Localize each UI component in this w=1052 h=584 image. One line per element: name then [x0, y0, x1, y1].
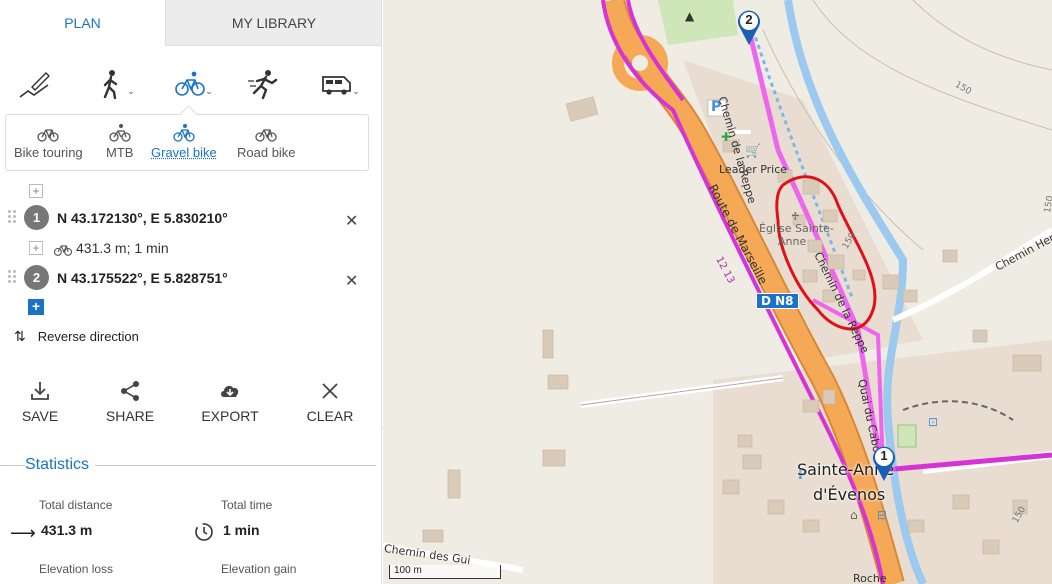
map-canvas[interactable]: P P ▲ ✚ 🛒 ♱ ⌂ ⊟ ⊡ Leader Price Église Sa… — [383, 0, 1052, 584]
bicycle-icon — [175, 71, 206, 96]
elevation-gain-label: Elevation gain — [221, 562, 297, 576]
road-bike-icon — [255, 129, 277, 142]
tab-my-library[interactable]: MY LIBRARY — [165, 0, 381, 46]
road-bike-option[interactable]: Road bike — [237, 123, 296, 160]
town-label-line2: d'Évenos — [813, 485, 886, 504]
leader-price-label: Leader Price — [719, 163, 788, 176]
draw-route-mode[interactable] — [5, 62, 65, 106]
drag-handle-icon[interactable] — [8, 210, 18, 226]
cycling-mode[interactable]: ⌄ — [163, 62, 223, 106]
chevron-down-icon: ⌄ — [127, 85, 135, 96]
planner-panel: PLAN MY LIBRARY ⌄ ⌄ ⌄ Bike touring MTB G… — [0, 0, 382, 584]
map-drawing — [383, 0, 1052, 584]
total-distance-label: Total distance — [39, 498, 113, 512]
park-area — [658, 0, 738, 45]
waypoint-coords-1[interactable]: N 43.172130°, E 5.830210° — [57, 210, 228, 226]
road-shield-dn8: D N8 — [756, 293, 799, 309]
waste-basket-icon: ⊡ — [928, 415, 939, 429]
gravel-bike-option[interactable]: Gravel bike — [151, 123, 217, 160]
insert-waypoint-button[interactable]: + — [29, 184, 43, 198]
tab-plan[interactable]: PLAN — [0, 0, 165, 46]
waypoint-pin-1[interactable]: 1 — [871, 444, 897, 482]
bike-type-selector: Bike touring MTB Gravel bike Road bike — [5, 114, 369, 171]
drag-handle-icon[interactable] — [8, 270, 18, 286]
close-icon — [322, 383, 338, 399]
waypoint-number-1: 1 — [24, 205, 49, 230]
waypoint-pin-2[interactable]: 2 — [736, 8, 762, 46]
chevron-down-icon: ⌄ — [352, 85, 360, 96]
statistics-heading: Statistics — [25, 456, 96, 474]
activity-mode-bar: ⌄ ⌄ ⌄ — [0, 62, 381, 112]
church-label-line2: Anne — [778, 235, 807, 248]
car-mode[interactable]: ⌄ — [310, 62, 370, 106]
pencil-route-icon — [19, 72, 50, 98]
map-scale-bar: 100 m — [389, 565, 501, 579]
share-icon — [121, 381, 139, 401]
church-label-line1: Église Sainte- — [759, 222, 834, 235]
hiker-icon — [104, 70, 118, 100]
monument-icon: ▲ — [685, 9, 695, 23]
runner-icon — [248, 70, 278, 100]
segment-summary: 431.3 m; 1 min — [76, 240, 169, 256]
save-button[interactable]: SAVE — [10, 380, 70, 424]
bicycle-segment-icon — [53, 245, 73, 256]
hiking-mode[interactable]: ⌄ — [85, 62, 145, 106]
bike-touring-option[interactable]: Bike touring — [14, 123, 83, 160]
cloud-download-icon — [221, 385, 239, 397]
clear-button[interactable]: CLEAR — [300, 380, 360, 424]
remove-waypoint-2-close-icon[interactable]: ✕ — [345, 271, 358, 291]
insert-waypoint-button[interactable]: + — [29, 241, 43, 255]
reverse-direction-button[interactable]: ⇅ Reverse direction — [14, 328, 139, 345]
waypoint-coords-2[interactable]: N 43.175522°, E 5.828751° — [57, 270, 228, 286]
swap-vertical-icon: ⇅ — [14, 328, 26, 344]
waypoint-number-2: 2 — [24, 265, 49, 290]
export-button[interactable]: EXPORT — [200, 380, 260, 424]
running-mode[interactable] — [233, 62, 293, 106]
remove-waypoint-1-close-icon[interactable]: ✕ — [345, 211, 358, 231]
touring-bike-icon — [37, 129, 59, 142]
bus-stop-icon: ⊟ — [877, 508, 888, 522]
add-waypoint-button[interactable]: + — [28, 299, 44, 315]
contour-label: 150 — [1043, 195, 1052, 214]
distance-arrow-icon: ⟶ — [10, 523, 36, 543]
tab-bar: PLAN MY LIBRARY — [0, 0, 381, 46]
total-time-label: Total time — [221, 498, 273, 512]
download-icon — [31, 382, 49, 400]
town-hall-icon: ⌂ — [850, 508, 858, 522]
elevation-loss-label: Elevation loss — [39, 562, 114, 576]
chevron-down-icon: ⌄ — [205, 85, 213, 96]
mtb-option[interactable]: MTB — [106, 123, 133, 160]
van-icon — [322, 76, 352, 95]
gravel-bike-icon — [173, 124, 195, 142]
total-time-value: 1 min — [223, 522, 260, 538]
share-button[interactable]: SHARE — [100, 380, 160, 424]
mtb-icon — [109, 124, 131, 142]
street-label: Roche — [853, 572, 887, 584]
total-distance-value: 431.3 m — [41, 522, 93, 538]
stopwatch-icon — [195, 523, 213, 541]
shopping-cart-icon: 🛒 — [745, 144, 762, 159]
